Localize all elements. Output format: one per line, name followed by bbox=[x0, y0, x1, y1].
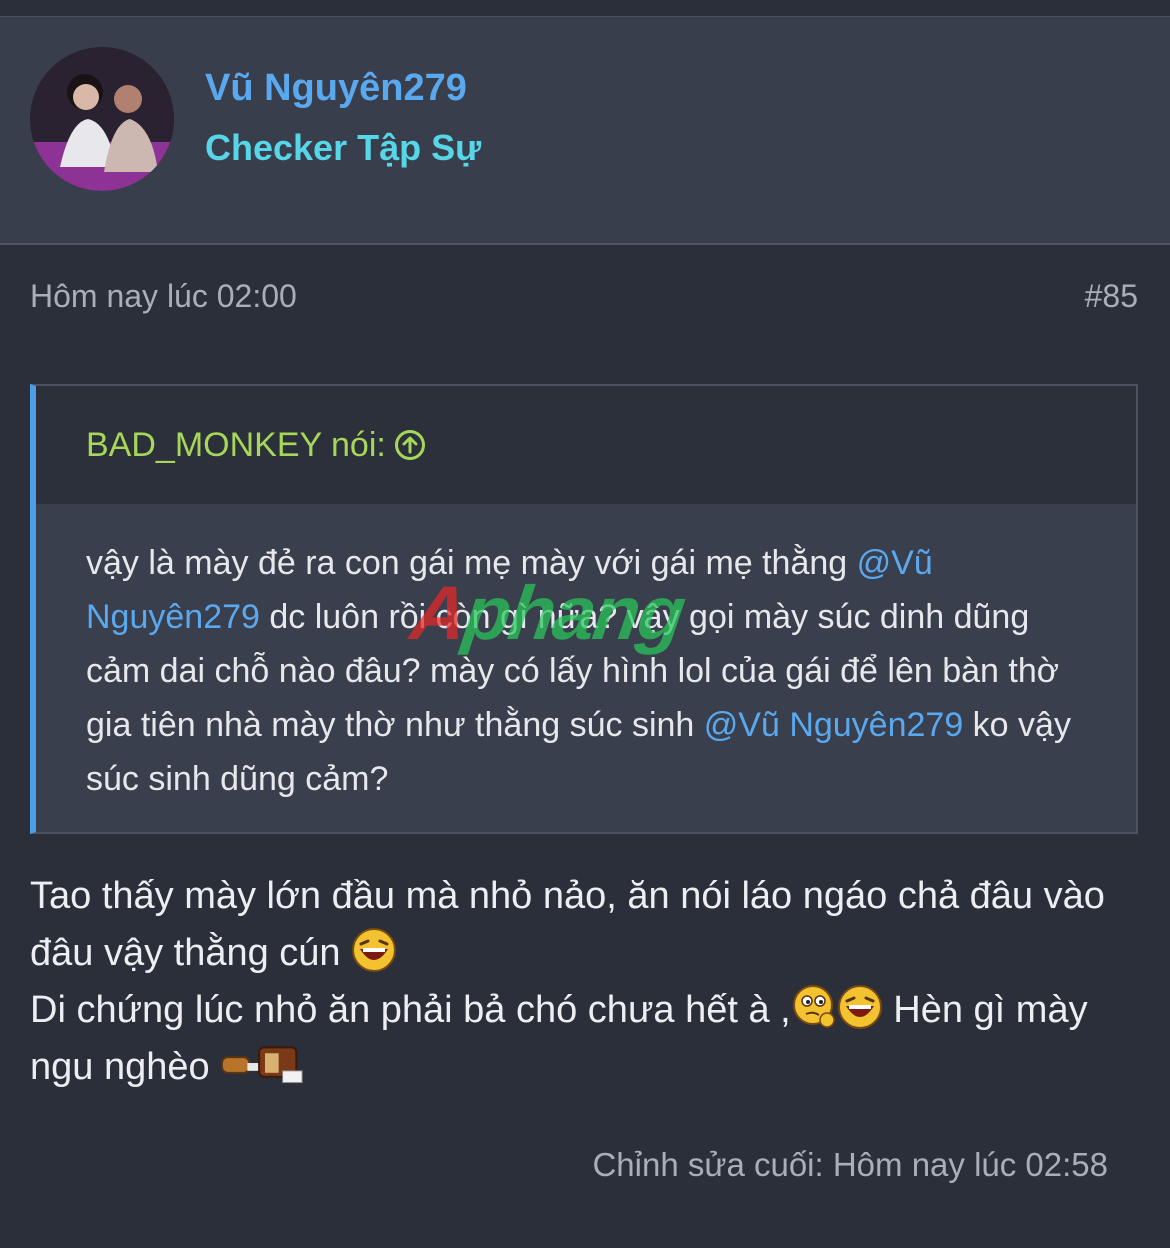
username[interactable]: Vũ Nguyên279 bbox=[205, 67, 467, 110]
quote-author[interactable]: BAD_MONKEY nói: bbox=[86, 426, 426, 465]
thinking-emoji-icon bbox=[792, 985, 835, 1028]
reply-text-line2: Di chứng lúc nhỏ ăn phải bả chó chưa hết… bbox=[30, 989, 791, 1031]
laughing-emoji-icon bbox=[352, 928, 397, 972]
avatar-photo-icon bbox=[30, 47, 174, 191]
mention-link[interactable]: @Vũ Nguyên279 bbox=[704, 706, 963, 744]
post-date[interactable]: Hôm nay lúc 02:00 bbox=[30, 278, 297, 315]
post-body: Tao thấy mày lớn đầu mà nhỏ nảo, ăn nói … bbox=[30, 868, 1140, 1096]
money-emoji-icon bbox=[221, 1046, 303, 1084]
post-header: Vũ Nguyên279 Checker Tập Sự bbox=[0, 16, 1170, 245]
user-title: Checker Tập Sự bbox=[205, 127, 482, 168]
arrow-up-circle-icon[interactable] bbox=[394, 429, 426, 461]
quote-author-label[interactable]: BAD_MONKEY nói: bbox=[86, 426, 386, 464]
quote-header: BAD_MONKEY nói: bbox=[36, 386, 1136, 504]
post-number[interactable]: #85 bbox=[1085, 278, 1138, 315]
watermark-logo: Aphang bbox=[406, 570, 689, 657]
watermark-rest: phang bbox=[458, 571, 689, 656]
avatar[interactable] bbox=[30, 47, 174, 191]
edited-note: Chỉnh sửa cuối: Hôm nay lúc 02:58 bbox=[592, 1146, 1108, 1183]
laughing-emoji-icon bbox=[837, 985, 882, 1029]
reply-text-line1: Tao thấy mày lớn đầu mà nhỏ nảo, ăn nói … bbox=[30, 875, 1105, 974]
